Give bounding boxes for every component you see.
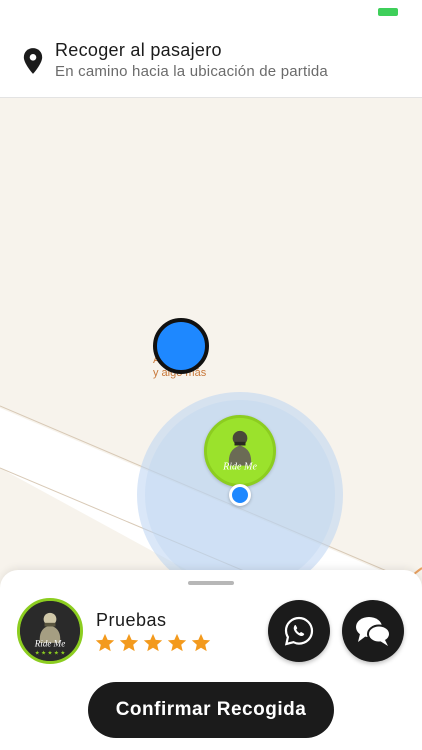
- chat-bubbles-icon: [356, 617, 391, 646]
- sheet-handle[interactable]: [188, 581, 234, 585]
- bottom-sheet: Ride Me ★ ★ ★ ★ ★ Pruebas Confirmar Reco…: [0, 570, 422, 750]
- passenger-name: Pruebas: [96, 610, 167, 630]
- chat-button[interactable]: [342, 600, 404, 662]
- passenger-rating: [94, 632, 219, 656]
- star-icon: [191, 633, 211, 652]
- driver-marker[interactable]: Ride Me: [204, 415, 276, 487]
- svg-text:★ ★ ★ ★ ★: ★ ★ ★ ★ ★: [35, 651, 66, 657]
- map-view[interactable]: A... café y algo más Ride Me: [0, 98, 422, 578]
- header-subtitle: En camino hacia la ubicación de partida: [55, 63, 328, 80]
- battery-icon: [378, 8, 398, 16]
- location-pin-icon: [23, 48, 43, 74]
- header-title: Recoger al pasajero: [55, 40, 222, 60]
- ride-me-logo: Ride Me: [207, 418, 273, 484]
- pickup-marker[interactable]: [153, 318, 209, 374]
- header: Recoger al pasajero En camino hacia la u…: [0, 24, 422, 98]
- ride-me-logo: Ride Me ★ ★ ★ ★ ★: [20, 601, 80, 661]
- avatar-logo-text: Ride Me: [34, 638, 66, 648]
- star-icon: [95, 633, 115, 652]
- passenger-avatar: Ride Me ★ ★ ★ ★ ★: [17, 598, 83, 664]
- star-icon: [119, 633, 139, 652]
- star-icon: [143, 633, 163, 652]
- whatsapp-button[interactable]: [268, 600, 330, 662]
- driver-logo-text: Ride Me: [222, 461, 257, 472]
- confirm-pickup-button[interactable]: Confirmar Recogida: [88, 682, 334, 738]
- my-location-dot: [229, 484, 251, 506]
- star-icon: [167, 633, 187, 652]
- status-bar: [0, 0, 422, 24]
- whatsapp-icon: [284, 616, 314, 646]
